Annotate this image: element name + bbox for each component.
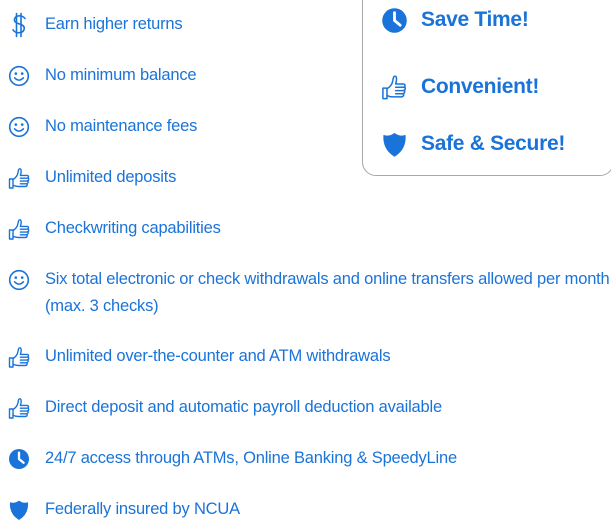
feature-item-checkwriting-capabilities: Checkwriting capabilities [7, 215, 611, 242]
highlight-save-time: Save Time! [379, 5, 529, 35]
highlight-convenient: Convenient! [379, 72, 539, 102]
feature-item-six-withdrawals: Six total electronic or check withdrawal… [7, 266, 611, 320]
feature-item-federally-insured: Federally insured by NCUA [7, 496, 611, 523]
thumbs-up-icon [7, 343, 31, 370]
feature-text: Six total electronic or check withdrawal… [45, 270, 610, 315]
highlight-text: Safe & Secure! [421, 132, 566, 155]
dollar-icon [7, 11, 31, 38]
feature-item-direct-deposit: Direct deposit and automatic payroll ded… [7, 394, 611, 421]
highlight-safe-secure: Safe & Secure! [379, 129, 565, 159]
smiley-icon [7, 266, 31, 293]
shield-icon [7, 496, 31, 523]
feature-item-24-7-access: 24/7 access through ATMs, Online Banking… [7, 445, 611, 472]
thumbs-up-icon [379, 72, 409, 102]
feature-text: Direct deposit and automatic payroll ded… [45, 398, 442, 416]
highlight-text: Save Time! [421, 8, 529, 31]
shield-icon [379, 129, 409, 159]
smiley-icon [7, 62, 31, 89]
feature-text: Federally insured by NCUA [45, 500, 240, 518]
clock-icon [7, 445, 31, 472]
smiley-icon [7, 113, 31, 140]
clock-icon [379, 5, 409, 35]
feature-item-unlimited-withdrawals: Unlimited over-the-counter and ATM withd… [7, 343, 611, 370]
highlight-text: Convenient! [421, 75, 540, 98]
feature-text: Checkwriting capabilities [45, 219, 221, 237]
thumbs-up-icon [7, 215, 31, 242]
highlights-box: Save Time! Convenient! Safe & Secure! [362, 0, 611, 176]
thumbs-up-icon [7, 164, 31, 191]
feature-text: Unlimited over-the-counter and ATM withd… [45, 347, 391, 365]
feature-text: 24/7 access through ATMs, Online Banking… [45, 449, 457, 467]
thumbs-up-icon [7, 394, 31, 421]
